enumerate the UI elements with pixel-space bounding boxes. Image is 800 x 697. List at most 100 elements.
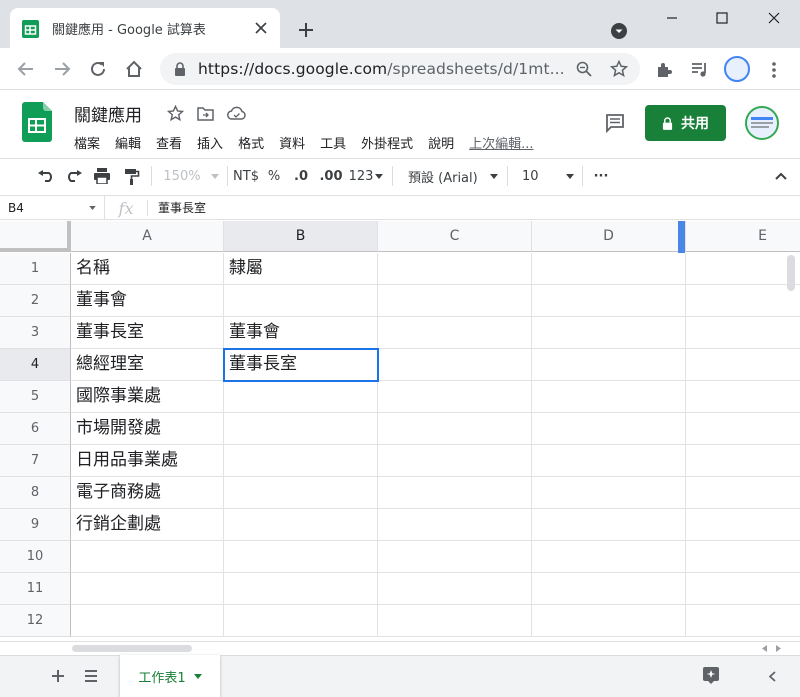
cell-a12[interactable] — [71, 605, 224, 637]
maximize-icon[interactable] — [698, 0, 746, 36]
cell-b10[interactable] — [224, 541, 378, 573]
explore-icon[interactable] — [700, 664, 722, 686]
cell-b5[interactable] — [224, 381, 378, 413]
cell-b11[interactable] — [224, 573, 378, 605]
menu-format[interactable]: 格式 — [238, 133, 264, 152]
column-header-d[interactable]: D — [532, 221, 686, 252]
home-icon[interactable] — [119, 54, 149, 84]
cell-b6[interactable] — [224, 413, 378, 445]
cell-b9[interactable] — [224, 509, 378, 541]
cloud-status-icon[interactable] — [226, 103, 246, 123]
cell-a10[interactable] — [71, 541, 224, 573]
scroll-left-icon[interactable] — [758, 643, 770, 653]
cell-a4[interactable]: 總經理室 — [71, 349, 224, 381]
row-header-7[interactable]: 7 — [0, 445, 71, 477]
media-control-icon[interactable] — [688, 58, 712, 82]
row-header-5[interactable]: 5 — [0, 381, 71, 413]
account-avatar[interactable] — [745, 106, 779, 140]
back-icon[interactable] — [11, 54, 41, 84]
comments-icon[interactable] — [602, 110, 628, 136]
column-resize-handle[interactable] — [678, 221, 685, 253]
paint-format-icon[interactable] — [120, 163, 144, 189]
row-header-3[interactable]: 3 — [0, 317, 71, 349]
column-header-b[interactable]: B — [224, 221, 378, 252]
star-icon[interactable] — [165, 103, 185, 123]
currency-format-button[interactable]: NT$ — [232, 163, 260, 189]
font-family-select[interactable]: 預設 (Arial) — [408, 163, 498, 189]
row-header-11[interactable]: 11 — [0, 573, 71, 605]
cell-b7[interactable] — [224, 445, 378, 477]
increase-decimal-button[interactable]: .00 — [318, 163, 344, 189]
reload-icon[interactable] — [83, 54, 113, 84]
empty-cells-area[interactable] — [378, 253, 800, 637]
forward-icon[interactable] — [47, 54, 77, 84]
scroll-right-icon[interactable] — [772, 643, 784, 653]
row-header-6[interactable]: 6 — [0, 413, 71, 445]
cell-b8[interactable] — [224, 477, 378, 509]
cell-b1[interactable]: 隸屬 — [224, 253, 378, 285]
font-size-select[interactable]: 10 — [522, 163, 574, 189]
row-header-1[interactable]: 1 — [0, 253, 71, 285]
formula-input[interactable]: 董事長室 — [158, 199, 206, 216]
cell-b12[interactable] — [224, 605, 378, 637]
close-tab-icon[interactable] — [250, 17, 272, 39]
row-header-9[interactable]: 9 — [0, 509, 71, 541]
print-icon[interactable] — [90, 163, 114, 189]
cell-a9[interactable]: 行銷企劃處 — [71, 509, 224, 541]
minimize-icon[interactable] — [648, 0, 696, 36]
row-header-10[interactable]: 10 — [0, 541, 71, 573]
vertical-scrollbar-thumb[interactable] — [787, 255, 795, 291]
column-header-a[interactable]: A — [71, 221, 224, 252]
menu-edit[interactable]: 編輯 — [115, 133, 141, 152]
row-header-4[interactable]: 4 — [0, 349, 71, 381]
percent-format-button[interactable]: % — [265, 163, 283, 189]
more-tools-button[interactable]: ··· — [590, 163, 612, 189]
menu-data[interactable]: 資料 — [279, 133, 305, 152]
last-edit-link[interactable]: 上次編輯... — [469, 133, 533, 152]
menu-insert[interactable]: 插入 — [197, 133, 223, 152]
side-panel-toggle-icon[interactable] — [764, 668, 780, 684]
undo-icon[interactable] — [34, 163, 58, 189]
address-bar[interactable]: https://docs.google.com/spreadsheets/d/1… — [160, 53, 640, 85]
move-folder-icon[interactable] — [195, 103, 215, 123]
menu-tools[interactable]: 工具 — [320, 133, 346, 152]
doc-title[interactable]: 關鍵應用 — [74, 101, 142, 126]
collapse-menus-icon[interactable] — [770, 163, 792, 189]
decrease-decimal-button[interactable]: .0 — [290, 163, 312, 189]
bookmark-star-icon[interactable] — [609, 59, 629, 79]
cell-a8[interactable]: 電子商務處 — [71, 477, 224, 509]
lock-icon[interactable] — [172, 61, 188, 77]
cell-a11[interactable] — [71, 573, 224, 605]
cell-a6[interactable]: 市場開發處 — [71, 413, 224, 445]
horizontal-scrollbar-thumb[interactable] — [72, 645, 192, 652]
share-button[interactable]: 共用 — [645, 105, 726, 141]
cell-a7[interactable]: 日用品事業處 — [71, 445, 224, 477]
cell-a5[interactable]: 國際事業處 — [71, 381, 224, 413]
profile-avatar[interactable] — [724, 56, 750, 82]
row-header-2[interactable]: 2 — [0, 285, 71, 317]
menu-help[interactable]: 說明 — [428, 133, 454, 152]
cell-a3[interactable]: 董事長室 — [71, 317, 224, 349]
zoom-icon[interactable] — [574, 59, 594, 79]
cell-b2[interactable] — [224, 285, 378, 317]
browser-tab[interactable]: 關鍵應用 - Google 試算表 — [10, 8, 280, 48]
browser-menu-icon[interactable] — [762, 58, 786, 82]
sheet-tab-1[interactable]: 工作表1 — [120, 655, 220, 697]
add-sheet-icon[interactable] — [47, 665, 69, 687]
column-header-e[interactable]: E — [686, 221, 800, 252]
name-box[interactable]: B4 — [0, 196, 105, 220]
menu-addons[interactable]: 外掛程式 — [361, 133, 413, 152]
redo-icon[interactable] — [62, 163, 86, 189]
extensions-icon[interactable] — [652, 58, 676, 82]
tab-search-icon[interactable] — [606, 18, 632, 44]
menu-file[interactable]: 檔案 — [74, 133, 100, 152]
column-header-c[interactable]: C — [378, 221, 532, 252]
cell-b3[interactable]: 董事會 — [224, 317, 378, 349]
sheets-logo-icon[interactable] — [22, 102, 52, 142]
row-header-12[interactable]: 12 — [0, 605, 71, 637]
row-header-8[interactable]: 8 — [0, 477, 71, 509]
close-window-icon[interactable] — [750, 0, 798, 36]
new-tab-icon[interactable] — [292, 16, 320, 44]
cell-a2[interactable]: 董事會 — [71, 285, 224, 317]
zoom-select[interactable]: 150% — [162, 163, 220, 189]
